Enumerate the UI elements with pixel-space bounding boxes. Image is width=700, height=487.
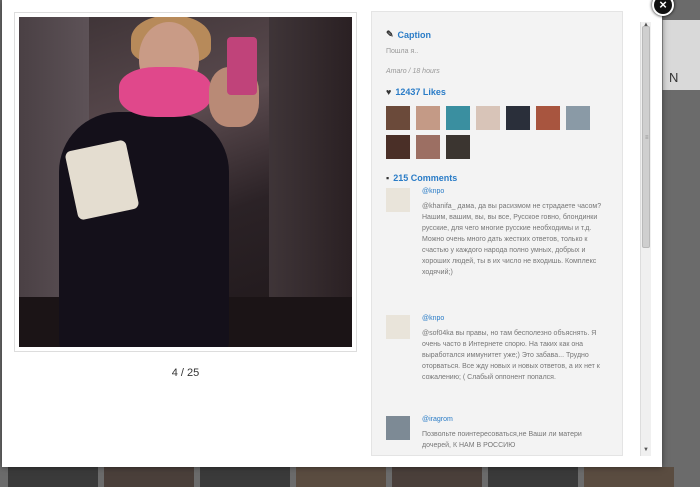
caption-text: Пошла я.. xyxy=(386,48,419,55)
like-avatar[interactable] xyxy=(446,135,470,159)
like-avatar[interactable] xyxy=(446,106,470,130)
photo-frame xyxy=(14,12,357,352)
heart-icon: ♥ xyxy=(386,87,392,97)
scroll-down-icon[interactable]: ▼ xyxy=(642,446,650,454)
comment-text: Позвольте поинтересоваться,не Ваши ли ма… xyxy=(422,431,582,449)
comments-heading: ▪ 215 Comments xyxy=(386,173,457,183)
avatar[interactable] xyxy=(386,188,410,212)
background-thumbnail-strip xyxy=(0,467,700,487)
likes-heading-label: 12437 Likes xyxy=(395,87,446,97)
scroll-grip-icon: ≡ xyxy=(645,135,649,141)
background-thumbnail xyxy=(8,467,98,487)
background-thumbnail xyxy=(488,467,578,487)
comment-username[interactable]: @iragrom xyxy=(422,416,453,423)
like-avatar[interactable] xyxy=(476,106,500,130)
like-avatar[interactable] xyxy=(386,135,410,159)
avatar[interactable] xyxy=(386,416,410,440)
comment-username[interactable]: @knpo xyxy=(422,188,444,195)
background-thumbnail xyxy=(296,467,386,487)
like-avatar[interactable] xyxy=(416,135,440,159)
pencil-icon: ✎ xyxy=(386,29,394,39)
caption-meta: Amaro / 18 hours xyxy=(386,68,440,75)
like-avatar[interactable] xyxy=(386,106,410,130)
comment-text: @khanifa_ дама, да вы расизмом не страда… xyxy=(422,203,602,276)
like-avatar[interactable] xyxy=(536,106,560,130)
likes-avatar-grid xyxy=(386,106,606,159)
photo-lightbox: 4 / 25 ✎ Caption Пошла я.. Amaro / 18 ho… xyxy=(2,0,662,467)
photo-scarf xyxy=(119,67,211,117)
speech-bubble-icon: ▪ xyxy=(386,173,390,183)
background-panel-text: N xyxy=(669,70,679,85)
photo-pager: 4 / 25 xyxy=(171,367,200,379)
like-avatar[interactable] xyxy=(416,106,440,130)
photo-phone xyxy=(227,37,257,95)
comment-username[interactable]: @knpo xyxy=(422,315,444,322)
comment-text: @sof04ka вы правы, но там бесполезно объ… xyxy=(422,330,600,381)
background-thumbnail xyxy=(104,467,194,487)
avatar[interactable] xyxy=(386,315,410,339)
photo-image[interactable] xyxy=(19,17,352,347)
scrollbar-thumb[interactable]: ≡ xyxy=(642,26,650,248)
background-thumbnail xyxy=(392,467,482,487)
panel-scrollbar[interactable]: ▲ ≡ ▼ xyxy=(640,22,651,456)
background-thumbnail xyxy=(200,467,290,487)
background-thumbnail xyxy=(584,467,674,487)
like-avatar[interactable] xyxy=(506,106,530,130)
like-avatar[interactable] xyxy=(566,106,590,130)
comments-heading-label: 215 Comments xyxy=(393,173,458,183)
likes-heading: ♥ 12437 Likes xyxy=(386,87,446,97)
info-panel: ✎ Caption Пошла я.. Amaro / 18 hours ♥ 1… xyxy=(371,11,623,456)
caption-heading: ✎ Caption xyxy=(386,29,431,40)
background-panel: N xyxy=(662,20,700,90)
caption-heading-label: Caption xyxy=(397,29,432,40)
